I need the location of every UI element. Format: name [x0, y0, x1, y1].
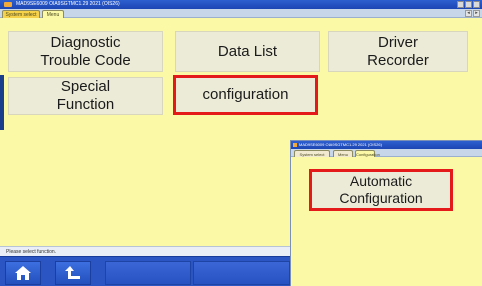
subwindow-title-bar: MAD9SE6009 OIA9SGTMC1.29 2021 (OIS26) [291, 141, 482, 149]
tab-scroll-arrows: ◂ ▸ [465, 10, 480, 17]
special-function-button[interactable]: Special Function [8, 77, 163, 115]
home-icon [14, 265, 32, 281]
minimize-button[interactable] [457, 1, 464, 8]
back-arrow-icon [64, 265, 82, 281]
tab-strip: System select Menu ◂ ▸ [0, 9, 482, 18]
data-list-button[interactable]: Data List [175, 31, 320, 72]
app-icon [4, 2, 12, 7]
toolbar-slot [105, 261, 191, 285]
configuration-button[interactable]: configuration [173, 75, 318, 115]
status-text: Please select function. [6, 249, 57, 255]
sub-tab-menu[interactable]: Menu [333, 150, 353, 157]
tab-system-select[interactable]: System select [2, 10, 40, 18]
sub-tab-system-select[interactable]: System select [294, 150, 330, 157]
back-button[interactable] [55, 261, 91, 285]
tab-scroll-left-icon[interactable]: ◂ [465, 10, 472, 17]
window-title: MAD9SE6009 OIA9SGTMC1.29 2021 (OIS26) [16, 1, 120, 7]
automatic-configuration-button[interactable]: Automatic Configuration [309, 169, 453, 211]
subwindow-tab-strip: System select Menu Configuration [291, 149, 482, 157]
left-edge-strip [0, 75, 4, 130]
close-button[interactable] [473, 1, 480, 8]
title-bar: MAD9SE6009 OIA9SGTMC1.29 2021 (OIS26) [0, 0, 482, 9]
diagnostic-trouble-code-button[interactable]: Diagnostic Trouble Code [8, 31, 163, 72]
subwindow-title: MAD9SE6009 OIA9SGTMC1.29 2021 (OIS26) [299, 142, 382, 147]
sub-tab-configuration[interactable]: Configuration [355, 150, 380, 157]
home-button[interactable] [5, 261, 41, 285]
toolbar-slot [193, 261, 290, 285]
tab-menu[interactable]: Menu [42, 10, 64, 18]
tab-scroll-right-icon[interactable]: ▸ [473, 10, 480, 17]
status-bar: Please select function. [0, 246, 292, 256]
driver-recorder-button[interactable]: Driver Recorder [328, 31, 468, 72]
window-controls [457, 1, 480, 8]
configuration-subwindow: MAD9SE6009 OIA9SGTMC1.29 2021 (OIS26) Sy… [290, 140, 482, 286]
maximize-button[interactable] [465, 1, 472, 8]
subwindow-app-icon [293, 143, 297, 147]
